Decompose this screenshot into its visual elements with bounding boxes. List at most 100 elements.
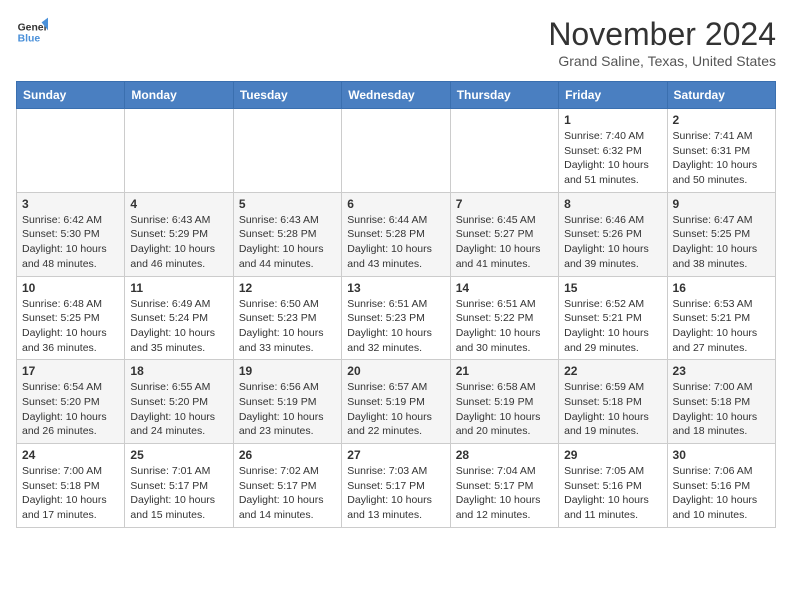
- day-info: Sunrise: 7:00 AMSunset: 5:18 PMDaylight:…: [22, 464, 119, 523]
- calendar-week-row: 17Sunrise: 6:54 AMSunset: 5:20 PMDayligh…: [17, 360, 776, 444]
- day-info: Sunrise: 6:57 AMSunset: 5:19 PMDaylight:…: [347, 380, 444, 439]
- day-info: Sunrise: 7:05 AMSunset: 5:16 PMDaylight:…: [564, 464, 661, 523]
- weekday-header: Wednesday: [342, 82, 450, 109]
- day-number: 18: [130, 364, 227, 378]
- calendar-week-row: 1Sunrise: 7:40 AMSunset: 6:32 PMDaylight…: [17, 109, 776, 193]
- day-number: 7: [456, 197, 553, 211]
- day-number: 29: [564, 448, 661, 462]
- logo-icon: General Blue: [16, 16, 48, 48]
- calendar-cell: 16 Sunrise: 6:53 AMSunset: 5:21 PMDayligh…: [667, 276, 775, 360]
- calendar-cell: [233, 109, 341, 193]
- weekday-header: Friday: [559, 82, 667, 109]
- calendar-cell: 13 Sunrise: 6:51 AMSunset: 5:23 PMDayligh…: [342, 276, 450, 360]
- calendar-cell: 12 Sunrise: 6:50 AMSunset: 5:23 PMDayligh…: [233, 276, 341, 360]
- calendar-cell: [450, 109, 558, 193]
- location: Grand Saline, Texas, United States: [548, 53, 776, 69]
- calendar-week-row: 10 Sunrise: 6:48 AMSunset: 5:25 PMDayligh…: [17, 276, 776, 360]
- calendar-cell: 2 Sunrise: 7:41 AMSunset: 6:31 PMDaylight…: [667, 109, 775, 193]
- calendar-cell: 17Sunrise: 6:54 AMSunset: 5:20 PMDayligh…: [17, 360, 125, 444]
- day-number: 10: [22, 281, 119, 295]
- day-info: Sunrise: 7:03 AMSunset: 5:17 PMDaylight:…: [347, 464, 444, 523]
- calendar-cell: 27 Sunrise: 7:03 AMSunset: 5:17 PMDayligh…: [342, 444, 450, 528]
- day-number: 4: [130, 197, 227, 211]
- day-number: 19: [239, 364, 336, 378]
- day-number: 21: [456, 364, 553, 378]
- day-number: 16: [673, 281, 770, 295]
- day-number: 12: [239, 281, 336, 295]
- day-info: Sunrise: 6:51 AMSunset: 5:22 PMDaylight:…: [456, 297, 553, 356]
- calendar-cell: 8Sunrise: 6:46 AMSunset: 5:26 PMDaylight…: [559, 192, 667, 276]
- day-info: Sunrise: 6:47 AMSunset: 5:25 PMDaylight:…: [673, 213, 770, 272]
- month-title: November 2024: [548, 16, 776, 53]
- title-block: November 2024 Grand Saline, Texas, Unite…: [548, 16, 776, 69]
- calendar-cell: 14 Sunrise: 6:51 AMSunset: 5:22 PMDayligh…: [450, 276, 558, 360]
- logo: General Blue: [16, 16, 48, 48]
- calendar-cell: [342, 109, 450, 193]
- day-info: Sunrise: 6:48 AMSunset: 5:25 PMDaylight:…: [22, 297, 119, 356]
- day-number: 9: [673, 197, 770, 211]
- calendar-cell: 7 Sunrise: 6:45 AMSunset: 5:27 PMDaylight…: [450, 192, 558, 276]
- day-info: Sunrise: 7:41 AMSunset: 6:31 PMDaylight:…: [673, 129, 770, 188]
- day-number: 5: [239, 197, 336, 211]
- day-info: Sunrise: 7:04 AMSunset: 5:17 PMDaylight:…: [456, 464, 553, 523]
- weekday-header: Saturday: [667, 82, 775, 109]
- day-number: 26: [239, 448, 336, 462]
- calendar-cell: 20Sunrise: 6:57 AMSunset: 5:19 PMDayligh…: [342, 360, 450, 444]
- day-info: Sunrise: 6:49 AMSunset: 5:24 PMDaylight:…: [130, 297, 227, 356]
- calendar-cell: 22 Sunrise: 6:59 AMSunset: 5:18 PMDayligh…: [559, 360, 667, 444]
- calendar-cell: 9 Sunrise: 6:47 AMSunset: 5:25 PMDaylight…: [667, 192, 775, 276]
- calendar-cell: 4Sunrise: 6:43 AMSunset: 5:29 PMDaylight…: [125, 192, 233, 276]
- calendar-cell: 30 Sunrise: 7:06 AMSunset: 5:16 PMDayligh…: [667, 444, 775, 528]
- day-number: 25: [130, 448, 227, 462]
- calendar-cell: 23 Sunrise: 7:00 AMSunset: 5:18 PMDayligh…: [667, 360, 775, 444]
- day-info: Sunrise: 6:51 AMSunset: 5:23 PMDaylight:…: [347, 297, 444, 356]
- day-info: Sunrise: 7:06 AMSunset: 5:16 PMDaylight:…: [673, 464, 770, 523]
- day-info: Sunrise: 6:58 AMSunset: 5:19 PMDaylight:…: [456, 380, 553, 439]
- day-info: Sunrise: 6:52 AMSunset: 5:21 PMDaylight:…: [564, 297, 661, 356]
- day-number: 8: [564, 197, 661, 211]
- day-info: Sunrise: 7:01 AMSunset: 5:17 PMDaylight:…: [130, 464, 227, 523]
- day-info: Sunrise: 6:55 AMSunset: 5:20 PMDaylight:…: [130, 380, 227, 439]
- day-info: Sunrise: 6:45 AMSunset: 5:27 PMDaylight:…: [456, 213, 553, 272]
- day-number: 22: [564, 364, 661, 378]
- page-header: General Blue November 2024 Grand Saline,…: [16, 16, 776, 69]
- day-info: Sunrise: 6:43 AMSunset: 5:28 PMDaylight:…: [239, 213, 336, 272]
- weekday-header: Sunday: [17, 82, 125, 109]
- calendar-cell: 15 Sunrise: 6:52 AMSunset: 5:21 PMDayligh…: [559, 276, 667, 360]
- calendar-week-row: 24Sunrise: 7:00 AMSunset: 5:18 PMDayligh…: [17, 444, 776, 528]
- calendar-cell: 28Sunrise: 7:04 AMSunset: 5:17 PMDayligh…: [450, 444, 558, 528]
- day-number: 13: [347, 281, 444, 295]
- calendar-table: SundayMondayTuesdayWednesdayThursdayFrid…: [16, 81, 776, 528]
- day-number: 2: [673, 113, 770, 127]
- day-info: Sunrise: 6:59 AMSunset: 5:18 PMDaylight:…: [564, 380, 661, 439]
- calendar-cell: 5 Sunrise: 6:43 AMSunset: 5:28 PMDaylight…: [233, 192, 341, 276]
- calendar-cell: 25 Sunrise: 7:01 AMSunset: 5:17 PMDayligh…: [125, 444, 233, 528]
- calendar-cell: 10 Sunrise: 6:48 AMSunset: 5:25 PMDayligh…: [17, 276, 125, 360]
- day-info: Sunrise: 7:02 AMSunset: 5:17 PMDaylight:…: [239, 464, 336, 523]
- day-info: Sunrise: 6:50 AMSunset: 5:23 PMDaylight:…: [239, 297, 336, 356]
- day-number: 3: [22, 197, 119, 211]
- calendar-cell: 24Sunrise: 7:00 AMSunset: 5:18 PMDayligh…: [17, 444, 125, 528]
- calendar-cell: 3 Sunrise: 6:42 AMSunset: 5:30 PMDaylight…: [17, 192, 125, 276]
- calendar-cell: 18 Sunrise: 6:55 AMSunset: 5:20 PMDayligh…: [125, 360, 233, 444]
- weekday-header-row: SundayMondayTuesdayWednesdayThursdayFrid…: [17, 82, 776, 109]
- day-info: Sunrise: 6:42 AMSunset: 5:30 PMDaylight:…: [22, 213, 119, 272]
- calendar-cell: [125, 109, 233, 193]
- day-info: Sunrise: 6:44 AMSunset: 5:28 PMDaylight:…: [347, 213, 444, 272]
- day-info: Sunrise: 6:53 AMSunset: 5:21 PMDaylight:…: [673, 297, 770, 356]
- calendar-cell: 11Sunrise: 6:49 AMSunset: 5:24 PMDayligh…: [125, 276, 233, 360]
- day-number: 14: [456, 281, 553, 295]
- day-number: 6: [347, 197, 444, 211]
- weekday-header: Thursday: [450, 82, 558, 109]
- weekday-header: Monday: [125, 82, 233, 109]
- calendar-cell: 29 Sunrise: 7:05 AMSunset: 5:16 PMDayligh…: [559, 444, 667, 528]
- calendar-cell: 21 Sunrise: 6:58 AMSunset: 5:19 PMDayligh…: [450, 360, 558, 444]
- day-number: 1: [564, 113, 661, 127]
- day-number: 17: [22, 364, 119, 378]
- day-number: 15: [564, 281, 661, 295]
- day-info: Sunrise: 6:56 AMSunset: 5:19 PMDaylight:…: [239, 380, 336, 439]
- day-info: Sunrise: 7:00 AMSunset: 5:18 PMDaylight:…: [673, 380, 770, 439]
- day-number: 23: [673, 364, 770, 378]
- day-number: 27: [347, 448, 444, 462]
- day-number: 30: [673, 448, 770, 462]
